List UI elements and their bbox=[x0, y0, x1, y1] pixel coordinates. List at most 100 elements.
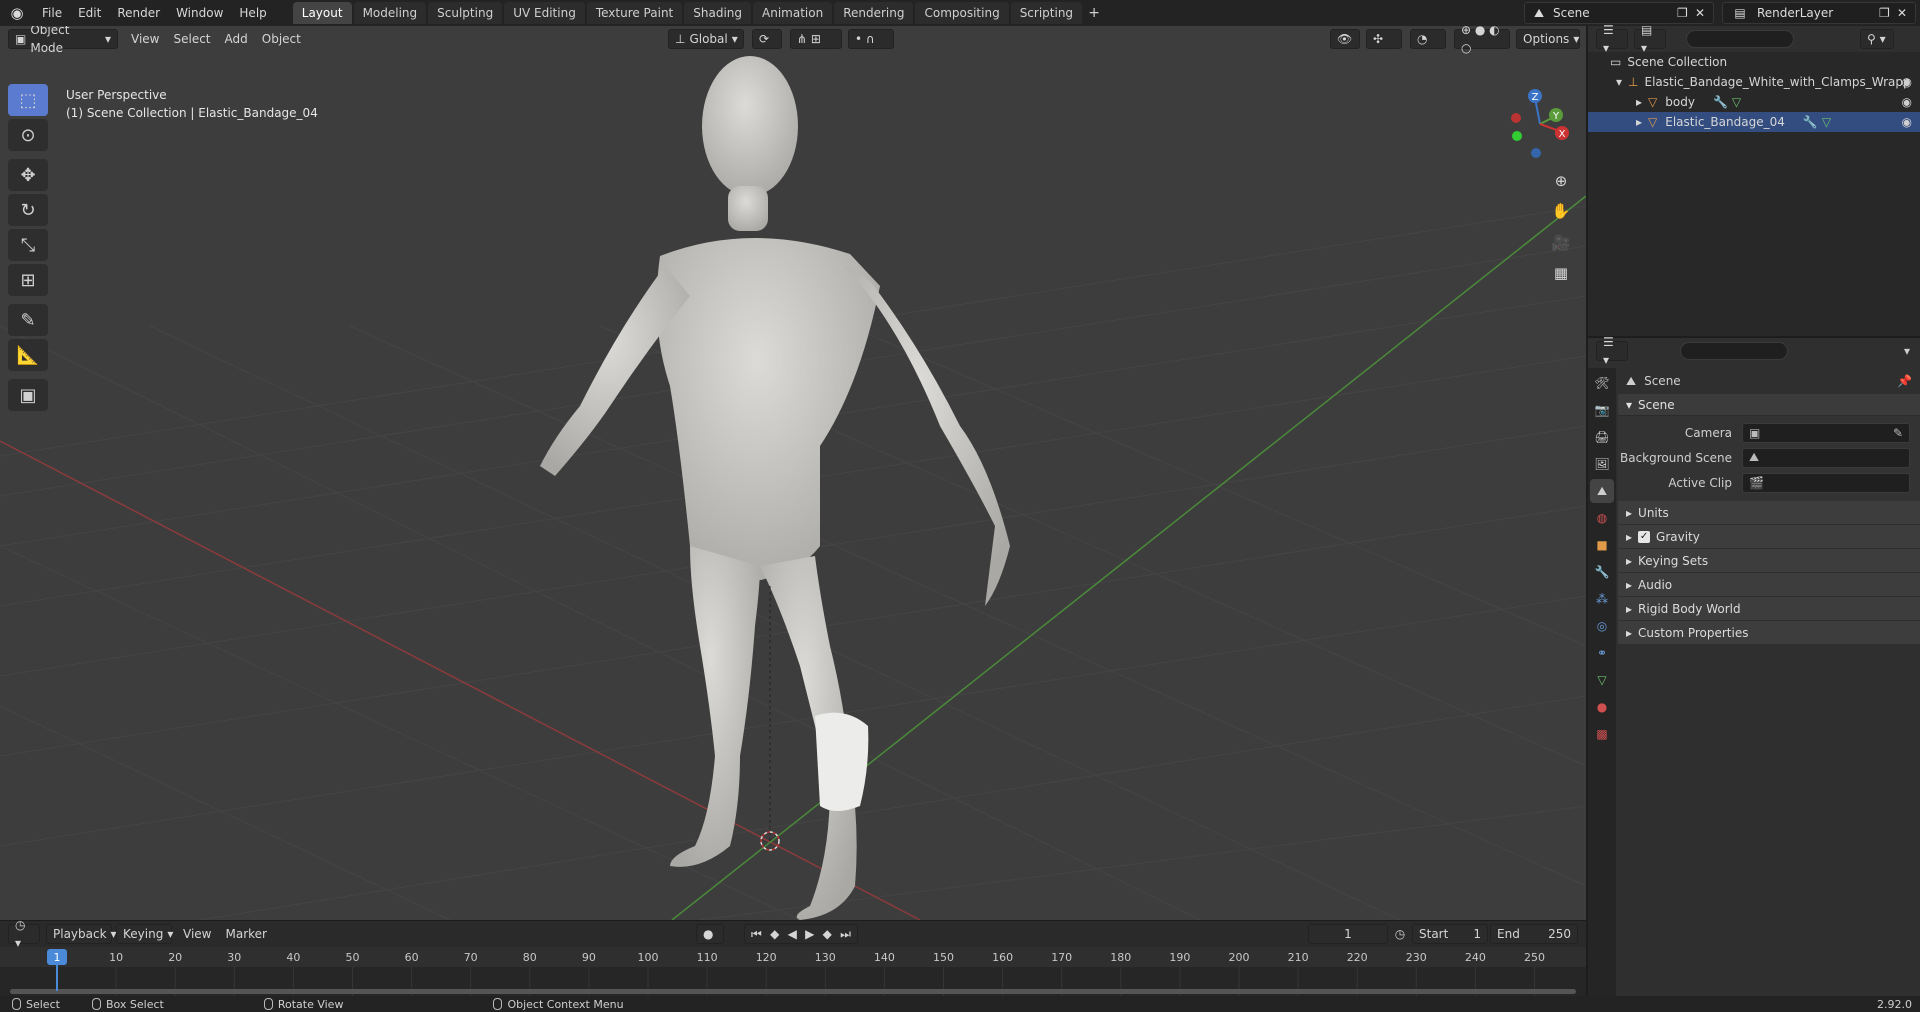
camera-field[interactable]: ▣ ✎ bbox=[1742, 422, 1910, 443]
panel-keying-sets[interactable]: ▸ Keying Sets bbox=[1618, 549, 1920, 573]
panel-rigid-body-world[interactable]: ▸ Rigid Body World bbox=[1618, 597, 1920, 621]
panel-audio[interactable]: ▸ Audio bbox=[1618, 573, 1920, 597]
auto-keying-button[interactable]: ● bbox=[696, 924, 724, 944]
view-layer-tab-icon[interactable]: 🖼 bbox=[1590, 452, 1614, 476]
play-icon[interactable]: ▶ bbox=[805, 925, 814, 943]
select-box-tool-icon[interactable]: ⬚ bbox=[8, 84, 48, 116]
collapse-arrow-icon[interactable]: ▸ bbox=[1636, 95, 1642, 109]
options-dropdown[interactable]: Options ▾ bbox=[1516, 29, 1580, 49]
copy-view-layer-icon[interactable]: ❐ bbox=[1879, 6, 1897, 20]
constraints-tab-icon[interactable]: ⚭ bbox=[1590, 641, 1614, 665]
visibility-eye-icon[interactable]: ◉ bbox=[1902, 75, 1912, 89]
panel-custom-properties[interactable]: ▸ Custom Properties bbox=[1618, 621, 1920, 645]
panel-scene[interactable]: ▾ Scene bbox=[1618, 394, 1920, 416]
zoom-icon[interactable]: ⊕ bbox=[1548, 168, 1574, 194]
data-tab-icon[interactable]: ▽ bbox=[1590, 668, 1614, 692]
next-keyframe-icon[interactable]: ◆ bbox=[823, 925, 832, 943]
expand-arrow-icon[interactable]: ▾ bbox=[1616, 75, 1622, 89]
prev-keyframe-icon[interactable]: ◆ bbox=[770, 925, 779, 943]
pin-icon[interactable]: 📌 bbox=[1897, 374, 1912, 388]
outliner-item-bandage[interactable]: ▸ ▽ Elastic_Bandage_04 🔧 ▽ ◉ bbox=[1588, 112, 1920, 132]
visibility-eye-icon[interactable]: ◉ bbox=[1902, 95, 1912, 109]
playback-dropdown[interactable]: Playback ▾ bbox=[46, 924, 117, 944]
annotate-tool-icon[interactable]: ✎ bbox=[8, 304, 48, 336]
menu-add[interactable]: Add bbox=[218, 32, 255, 46]
copy-scene-icon[interactable]: ❐ bbox=[1677, 6, 1695, 20]
texture-tab-icon[interactable]: ▩ bbox=[1590, 722, 1614, 746]
outliner-scene-collection[interactable]: ▭ Scene Collection bbox=[1588, 52, 1920, 72]
tab-texture-paint[interactable]: Texture Paint bbox=[586, 2, 683, 24]
transform-tool-icon[interactable]: ⊞ bbox=[8, 264, 48, 296]
display-mode-button[interactable]: ▤ ▾ bbox=[1634, 23, 1666, 55]
menu-edit[interactable]: Edit bbox=[70, 2, 109, 24]
tab-animation[interactable]: Animation bbox=[753, 2, 833, 24]
overlay-toggle[interactable]: ◔ bbox=[1410, 29, 1446, 49]
jump-end-icon[interactable]: ⏭ bbox=[840, 925, 851, 943]
chevron-down-icon[interactable]: ▾ bbox=[1904, 344, 1910, 358]
panel-gravity[interactable]: ▸ ✓ Gravity bbox=[1618, 525, 1920, 549]
cursor-tool-icon[interactable]: ⊙ bbox=[8, 119, 48, 151]
menu-object[interactable]: Object bbox=[255, 32, 308, 46]
add-workspace-button[interactable]: + bbox=[1084, 2, 1104, 24]
filter-button[interactable]: ⚲ ▾ bbox=[1860, 29, 1894, 49]
tab-shading[interactable]: Shading bbox=[684, 2, 751, 24]
view-layer-selector[interactable]: ▤ RenderLayer ❐ ✕ bbox=[1722, 2, 1916, 24]
active-clip-field[interactable]: 🎬 bbox=[1742, 472, 1910, 493]
playback-controls[interactable]: ⏮ ◆ ◀ ▶ ◆ ⏭ bbox=[744, 924, 858, 944]
collapse-arrow-icon[interactable]: ▸ bbox=[1636, 115, 1642, 129]
menu-help[interactable]: Help bbox=[231, 2, 274, 24]
visibility-toggle[interactable]: 👁 bbox=[1330, 29, 1360, 49]
background-scene-field[interactable]: ⛰ bbox=[1742, 447, 1910, 468]
tool-tab-icon[interactable]: 🛠 bbox=[1590, 371, 1614, 395]
properties-editor-type[interactable]: ☰ ▾ bbox=[1596, 335, 1628, 367]
perspective-grid-icon[interactable]: ▦ bbox=[1548, 260, 1574, 286]
shading-modes[interactable]: ⊕ ● ◐ ○ bbox=[1454, 26, 1510, 55]
tab-compositing[interactable]: Compositing bbox=[915, 2, 1009, 24]
properties-search-input[interactable] bbox=[1680, 342, 1788, 360]
scene-tab-icon[interactable]: ⛰ bbox=[1590, 479, 1614, 503]
navigation-gizmo[interactable] bbox=[1511, 89, 1569, 158]
modifier-tab-icon[interactable]: 🔧 bbox=[1590, 560, 1614, 584]
pan-hand-icon[interactable]: ✋ bbox=[1548, 198, 1574, 224]
play-reverse-icon[interactable]: ◀ bbox=[788, 925, 797, 943]
world-tab-icon[interactable]: ◍ bbox=[1590, 506, 1614, 530]
tab-scripting[interactable]: Scripting bbox=[1010, 2, 1083, 24]
blender-logo-icon[interactable]: ◉ bbox=[0, 0, 34, 26]
visibility-eye-icon[interactable]: ◉ bbox=[1902, 115, 1912, 129]
panel-units[interactable]: ▸ Units bbox=[1618, 501, 1920, 525]
tab-layout[interactable]: Layout bbox=[292, 2, 352, 24]
add-cube-tool-icon[interactable]: ▣ bbox=[8, 379, 48, 411]
object-tab-icon[interactable]: ■ bbox=[1590, 533, 1614, 557]
timeline-menu-marker[interactable]: Marker bbox=[218, 927, 273, 941]
timeline-ruler[interactable]: 10 20 30 40 50 60 70 80 90 100 110 120 130 140 150 160 1… bbox=[0, 947, 1586, 997]
menu-render[interactable]: Render bbox=[109, 2, 168, 24]
camera-view-icon[interactable]: 🎥 bbox=[1548, 230, 1574, 256]
tab-modeling[interactable]: Modeling bbox=[353, 2, 427, 24]
outliner-search-input[interactable] bbox=[1686, 30, 1794, 48]
jump-start-icon[interactable]: ⏮ bbox=[751, 925, 762, 943]
rotate-tool-icon[interactable]: ↻ bbox=[8, 194, 48, 226]
gravity-checkbox[interactable]: ✓ bbox=[1638, 530, 1651, 543]
tab-uv-editing[interactable]: UV Editing bbox=[504, 2, 585, 24]
physics-tab-icon[interactable]: ◎ bbox=[1590, 614, 1614, 638]
timeline-menu-view[interactable]: View bbox=[176, 927, 218, 941]
proportional-edit-button[interactable]: • ∩ bbox=[848, 29, 894, 49]
gizmo-toggle[interactable]: ✣ bbox=[1366, 29, 1402, 49]
start-frame-field[interactable]: Start 1 bbox=[1412, 924, 1488, 944]
transform-orientation-dropdown[interactable]: ⊥ Global ▾ bbox=[668, 29, 744, 49]
end-frame-field[interactable]: End 250 bbox=[1490, 924, 1578, 944]
render-tab-icon[interactable]: 📷 bbox=[1590, 398, 1614, 422]
measure-tool-icon[interactable]: 📐 bbox=[8, 339, 48, 371]
object-mode-dropdown[interactable]: ▣ Object Mode ▾ bbox=[8, 26, 118, 55]
menu-window[interactable]: Window bbox=[168, 2, 231, 24]
current-frame-field[interactable]: 1 bbox=[1308, 924, 1388, 944]
editor-type-button[interactable]: ◷ ▾ bbox=[8, 918, 40, 950]
particles-tab-icon[interactable]: ⁂ bbox=[1590, 587, 1614, 611]
remove-view-layer-icon[interactable]: ✕ bbox=[1897, 6, 1915, 20]
clock-icon[interactable]: ◷ bbox=[1390, 927, 1410, 941]
scale-tool-icon[interactable]: ⤡ bbox=[8, 229, 48, 261]
menu-file[interactable]: File bbox=[34, 2, 70, 24]
outliner-item-body[interactable]: ▸ ▽ body 🔧 ▽ ◉ bbox=[1588, 92, 1920, 112]
pivot-point-button[interactable]: ⟳ bbox=[752, 29, 782, 49]
tab-sculpting[interactable]: Sculpting bbox=[428, 2, 503, 24]
